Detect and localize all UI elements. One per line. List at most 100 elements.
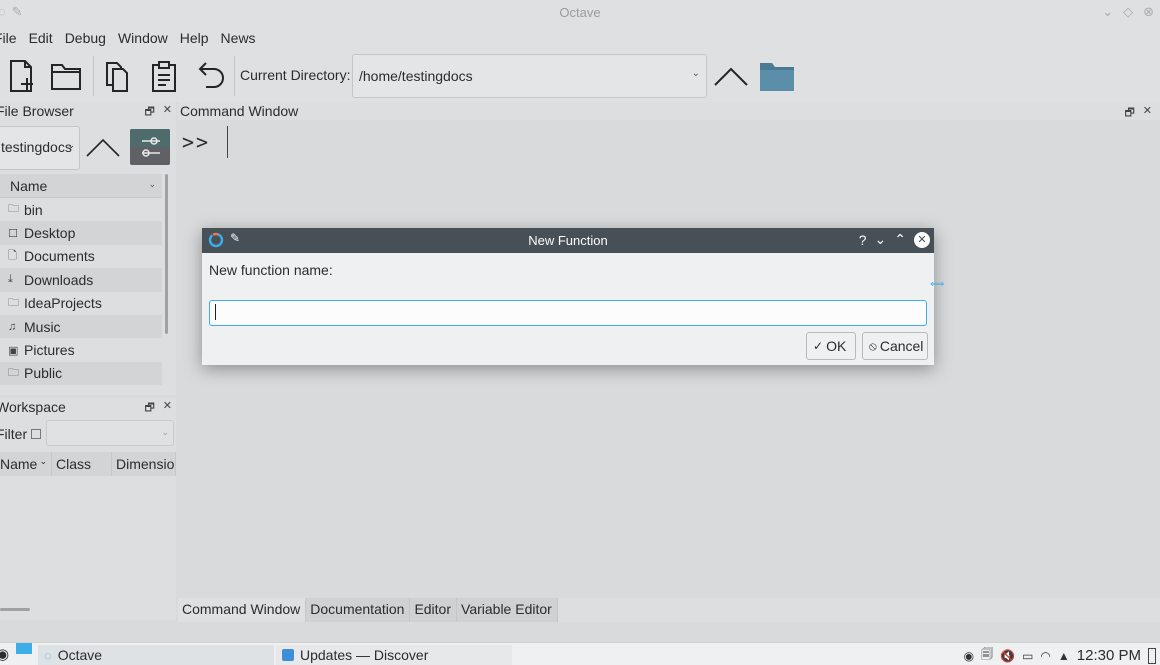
task-label: Octave — [57, 647, 103, 663]
chevron-down-icon: ⌄ — [161, 427, 169, 437]
downloads-icon: ⤓ — [8, 273, 13, 286]
file-list-item-label: IdeaProjects — [24, 295, 102, 312]
file-list-item[interactable]: ▣ Pictures — [0, 338, 162, 361]
file-list-item-label: Desktop — [24, 225, 76, 242]
chevron-down-icon: ⌄ — [691, 68, 700, 79]
minimize-icon[interactable]: ⌄ — [1102, 4, 1113, 20]
pictures-icon: ▣ — [8, 344, 19, 357]
cancel-button[interactable]: ⦸ Cancel — [862, 332, 928, 360]
close-icon[interactable]: ⊗ — [1143, 4, 1154, 20]
file-list-item[interactable]: ☐ Desktop — [0, 221, 162, 245]
undock-icon[interactable]: 🗗 — [144, 399, 154, 418]
file-list-item[interactable]: ⤓ Downloads — [0, 268, 162, 292]
file-list-item-label: Downloads — [24, 271, 94, 288]
menu-help[interactable]: Help — [174, 26, 215, 50]
toolbar-separator — [93, 56, 94, 96]
new-script-button[interactable] — [0, 56, 40, 96]
file-browser-settings-button[interactable] — [130, 129, 170, 165]
file-list-item[interactable]: 🗀 bin — [0, 198, 162, 221]
undock-icon[interactable]: 🗗 — [144, 103, 154, 122]
workspace-header-class[interactable]: Class — [52, 452, 112, 476]
close-icon[interactable]: ✕ — [163, 103, 172, 122]
dialog-title: New Function — [528, 233, 608, 248]
current-directory-combo[interactable]: /home/testingdocs ⌄ — [352, 54, 707, 98]
file-list-item[interactable]: 🗀 Public — [0, 361, 162, 386]
menu-window[interactable]: Window — [112, 26, 174, 50]
wifi-icon[interactable]: ◠ — [1040, 649, 1050, 663]
undo-button[interactable] — [192, 56, 232, 96]
workspace-header-dimension-label: Dimensio — [116, 456, 175, 472]
folder-icon: 🗀 — [8, 296, 19, 309]
close-icon[interactable]: ✕ — [914, 231, 930, 248]
file-list-item[interactable]: 🗋 Documents — [0, 245, 162, 268]
open-folder-icon — [51, 64, 81, 90]
ok-button[interactable]: ✓ OK — [806, 332, 856, 360]
tab-variable-editor[interactable]: Variable Editor — [457, 598, 558, 622]
desktop-pager-icon[interactable] — [16, 643, 32, 654]
workspace-filter-checkbox[interactable] — [31, 429, 42, 439]
workspace-header-name[interactable]: Name ⌄ — [0, 452, 52, 476]
menu-news[interactable]: News — [215, 26, 262, 50]
help-icon[interactable]: ? — [859, 232, 867, 248]
taskbar: ◉ ◌ Octave Updates — Discover ◉ 🗐 🔇 ▭ ◠ … — [0, 642, 1160, 665]
tray-expand-icon[interactable]: ▲ — [1058, 649, 1070, 663]
chevron-down-icon: ⌄ — [67, 140, 75, 150]
workspace-header-dimension[interactable]: Dimensio — [112, 452, 176, 476]
open-file-button[interactable] — [46, 56, 86, 96]
browse-directory-button[interactable] — [757, 56, 797, 96]
dialog-titlebar: ✎ New Function ? ⌄ ⌃ ✕ — [202, 228, 934, 253]
parent-directory-button[interactable] — [711, 56, 751, 96]
clipboard-icon[interactable]: 🗐 — [981, 645, 993, 665]
menu-file[interactable]: File — [0, 26, 23, 50]
file-browser-path-combo[interactable]: testingdocs ⌄ — [0, 126, 80, 170]
cancel-icon: ⦸ — [869, 338, 877, 353]
workspace-table-header: Name ⌄ Class Dimensio — [0, 452, 176, 476]
workspace-filter-combo[interactable]: ⌄ — [46, 420, 174, 446]
file-list-item[interactable]: ♫ Music — [0, 314, 162, 339]
bottom-tab-bar: Command Window Documentation Editor Vari… — [178, 598, 558, 622]
current-directory-label: Current Directory: — [240, 67, 351, 83]
task-updates-discover[interactable]: Updates — Discover — [276, 645, 512, 665]
settings-sliders-icon — [142, 137, 160, 157]
media-icon[interactable]: ◉ — [964, 649, 974, 663]
volume-muted-icon[interactable]: 🔇 — [1000, 649, 1015, 663]
folder-icon — [760, 63, 794, 91]
window-title: Octave — [559, 5, 601, 20]
chevron-down-icon: ⌄ — [39, 456, 47, 466]
desktop-icon: ☐ — [8, 227, 18, 240]
maximize-icon[interactable]: ⌃ — [894, 231, 906, 248]
function-name-input[interactable] — [209, 300, 927, 326]
minimize-icon[interactable]: ⌄ — [875, 231, 887, 248]
file-browser-scrollbar[interactable] — [165, 174, 168, 334]
battery-icon[interactable]: ▭ — [1022, 649, 1033, 663]
file-list-header-label: Name — [10, 177, 48, 194]
tab-command-window[interactable]: Command Window — [178, 598, 307, 622]
tab-documentation[interactable]: Documentation — [306, 598, 411, 622]
task-octave[interactable]: ◌ Octave — [38, 645, 274, 665]
app-launcher-icon[interactable]: ◉ — [0, 645, 9, 663]
copy-icon — [106, 62, 128, 92]
chevron-down-icon: ⌄ — [148, 179, 156, 189]
menu-debug[interactable]: Debug — [59, 26, 112, 50]
menu-edit[interactable]: Edit — [23, 26, 59, 50]
show-desktop-icon[interactable] — [1148, 647, 1156, 664]
file-browser-up-button[interactable] — [84, 130, 122, 166]
workspace-panel: Workspace 🗗 ✕ Filter ⌄ Name ⌄ Class Dimen… — [0, 398, 176, 620]
file-list-header-name[interactable]: Name ⌄ — [0, 174, 162, 198]
paste-button[interactable] — [144, 56, 184, 96]
file-list-item-label: Public — [24, 365, 63, 382]
command-prompt: >> — [182, 130, 211, 154]
workspace-header-class-label: Class — [56, 456, 92, 472]
workspace-scrollbar[interactable] — [0, 608, 30, 611]
up-arrow-icon — [86, 138, 120, 157]
close-icon[interactable]: ✕ — [163, 399, 172, 418]
current-directory-value: /home/testingdocs — [359, 68, 473, 84]
maximize-icon[interactable]: ◇ — [1123, 4, 1133, 20]
tab-editor[interactable]: Editor — [410, 598, 458, 622]
clock[interactable]: 12:30 PM — [1077, 647, 1141, 664]
text-cursor — [227, 126, 228, 158]
file-list-item[interactable]: 🗀 IdeaProjects — [0, 292, 162, 315]
command-window-title: Command Window — [180, 103, 299, 119]
copy-button[interactable] — [96, 56, 136, 96]
ok-button-label: OK — [826, 338, 847, 354]
